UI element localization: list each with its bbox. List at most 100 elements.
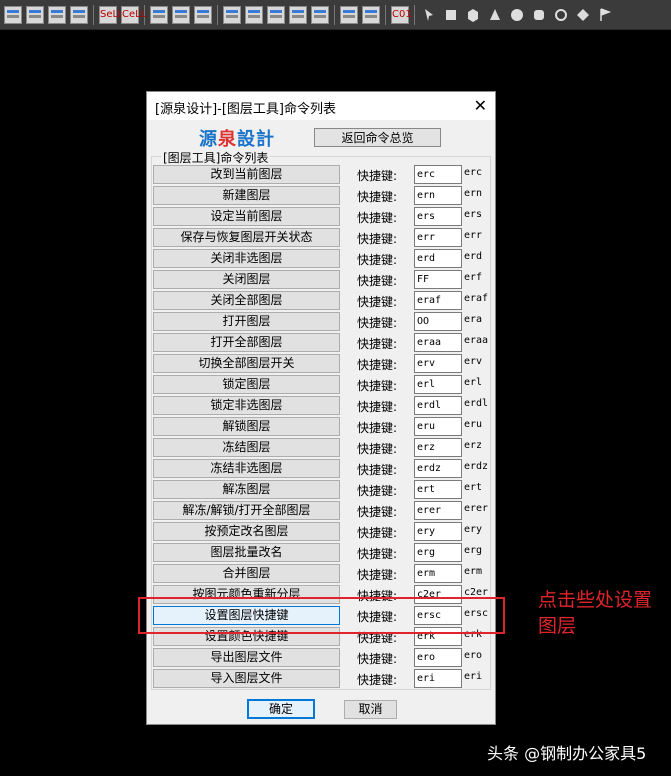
command-row: 解锁图层 快捷键: eru eru — [152, 416, 492, 437]
command-button[interactable]: 锁定图层 — [153, 375, 340, 394]
logo-char-2: 泉 — [218, 129, 237, 150]
shortcut-input[interactable]: erdz — [414, 459, 462, 478]
shortcut-input[interactable]: ero — [414, 648, 462, 667]
shortcut-input[interactable]: OO — [414, 312, 462, 331]
layer-tool-icon-13[interactable] — [340, 5, 358, 24]
ok-button[interactable]: 确定 — [247, 699, 315, 719]
cancel-button[interactable]: 取消 — [344, 700, 397, 719]
top-toolbar: SeLL CeLL C01 — [0, 0, 671, 30]
shortcut-input[interactable]: eraa — [414, 333, 462, 352]
logo-char-1: 源 — [199, 129, 218, 150]
command-button[interactable]: 导入图层文件 — [153, 669, 340, 688]
cone-icon[interactable] — [487, 7, 503, 23]
command-row: 关闭全部图层 快捷键: eraf eraf — [152, 290, 492, 311]
default-shortcut: erv — [464, 356, 483, 367]
annotation-text: 点击些处设置图层 — [538, 589, 653, 637]
torus-icon[interactable] — [553, 7, 569, 23]
shortcut-input[interactable]: err — [414, 228, 462, 247]
command-row: 解冻/解锁/打开全部图层 快捷键: erer erer — [152, 500, 492, 521]
command-button[interactable]: 解冻图层 — [153, 480, 340, 499]
shortcut-input[interactable]: erl — [414, 375, 462, 394]
shortcut-input[interactable]: ery — [414, 522, 462, 541]
layer-tool-icon-2[interactable] — [26, 5, 44, 24]
command-button[interactable]: 关闭非选图层 — [153, 249, 340, 268]
command-button[interactable]: 合并图层 — [153, 564, 340, 583]
shortcut-input[interactable]: ert — [414, 480, 462, 499]
shortcut-label: 快捷键: — [357, 253, 398, 267]
command-row: 关闭非选图层 快捷键: erd erd — [152, 248, 492, 269]
command-button[interactable]: 保存与恢复图层开关状态 — [153, 228, 340, 247]
layer-tool-icon-8[interactable] — [223, 5, 241, 24]
cube-icon[interactable] — [465, 7, 481, 23]
command-button[interactable]: 解冻/解锁/打开全部图层 — [153, 501, 340, 520]
back-to-overview-button[interactable]: 返回命令总览 — [314, 128, 441, 147]
command-button[interactable]: 关闭全部图层 — [153, 291, 340, 310]
shortcut-input[interactable]: erer — [414, 501, 462, 520]
shortcut-input[interactable]: erc — [414, 165, 462, 184]
shortcut-input[interactable]: erd — [414, 249, 462, 268]
shortcut-input[interactable]: erz — [414, 438, 462, 457]
layer-tool-icon-14[interactable] — [362, 5, 380, 24]
default-shortcut: erf — [464, 272, 483, 283]
command-button[interactable]: 打开全部图层 — [153, 333, 340, 352]
shortcut-input[interactable]: FF — [414, 270, 462, 289]
shortcut-label: 快捷键: — [357, 400, 398, 414]
shortcut-label: 快捷键: — [357, 316, 398, 330]
layer-tool-icon-7[interactable] — [194, 5, 212, 24]
command-button[interactable]: 图层批量改名 — [153, 543, 340, 562]
layer-tool-icon-1[interactable] — [4, 5, 22, 24]
command-button[interactable]: 设定当前图层 — [153, 207, 340, 226]
command-row: 新建图层 快捷键: ern ern — [152, 185, 492, 206]
shortcut-label: 快捷键: — [357, 169, 398, 183]
shortcut-input[interactable]: eru — [414, 417, 462, 436]
command-button[interactable]: 关闭图层 — [153, 270, 340, 289]
close-icon[interactable]: ✕ — [474, 96, 487, 115]
command-button[interactable]: 冻结图层 — [153, 438, 340, 457]
layer-tool-icon-9[interactable] — [245, 5, 263, 24]
box-icon[interactable] — [443, 7, 459, 23]
layer-tool-icon-6[interactable] — [172, 5, 190, 24]
default-shortcut: eraa — [464, 335, 489, 346]
shortcut-input[interactable]: ers — [414, 207, 462, 226]
flag-icon[interactable] — [597, 7, 613, 23]
command-button[interactable]: 锁定非选图层 — [153, 396, 340, 415]
default-shortcut: ern — [464, 188, 483, 199]
layer-tool-icon-4[interactable] — [70, 5, 88, 24]
shortcut-input[interactable]: erdl — [414, 396, 462, 415]
command-button[interactable]: 打开图层 — [153, 312, 340, 331]
shortcut-input[interactable]: eraf — [414, 291, 462, 310]
layer-tool-icon-10[interactable] — [267, 5, 285, 24]
shortcut-input[interactable]: erv — [414, 354, 462, 373]
layer-tool-icon-12[interactable] — [311, 5, 329, 24]
layer-tool-icon-5[interactable] — [150, 5, 168, 24]
layer-cell-icon[interactable]: CeLL — [121, 5, 146, 24]
shortcut-label: 快捷键: — [357, 211, 398, 225]
ring-diamond-icon[interactable] — [575, 7, 591, 23]
layer-sell-icon[interactable]: SeLL — [99, 5, 124, 24]
command-row: 冻结非选图层 快捷键: erdz erdz — [152, 458, 492, 479]
command-button[interactable]: 按预定改名图层 — [153, 522, 340, 541]
shortcut-label: 快捷键: — [357, 526, 398, 540]
shortcut-input[interactable]: erm — [414, 564, 462, 583]
default-shortcut: err — [464, 230, 483, 241]
layer-tool-icon-3[interactable] — [48, 5, 66, 24]
pointer-icon[interactable] — [421, 7, 437, 23]
shortcut-label: 快捷键: — [357, 568, 398, 582]
cylinder-icon[interactable] — [531, 7, 547, 23]
shortcut-input[interactable]: erg — [414, 543, 462, 562]
command-button[interactable]: 冻结非选图层 — [153, 459, 340, 478]
layer-tool-icon-11[interactable] — [289, 5, 307, 24]
command-row: 切换全部图层开关 快捷键: erv erv — [152, 353, 492, 374]
command-button[interactable]: 解锁图层 — [153, 417, 340, 436]
shortcut-input[interactable]: eri — [414, 669, 462, 688]
command-row: 冻结图层 快捷键: erz erz — [152, 437, 492, 458]
layer-c01-icon[interactable]: C01 — [391, 5, 412, 24]
shortcut-input[interactable]: ern — [414, 186, 462, 205]
default-shortcut: ert — [464, 482, 483, 493]
command-button[interactable]: 切换全部图层开关 — [153, 354, 340, 373]
command-button[interactable]: 新建图层 — [153, 186, 340, 205]
sphere-icon[interactable] — [509, 7, 525, 23]
command-button[interactable]: 导出图层文件 — [153, 648, 340, 667]
default-shortcut: ers — [464, 209, 483, 220]
command-button[interactable]: 改到当前图层 — [153, 165, 340, 184]
